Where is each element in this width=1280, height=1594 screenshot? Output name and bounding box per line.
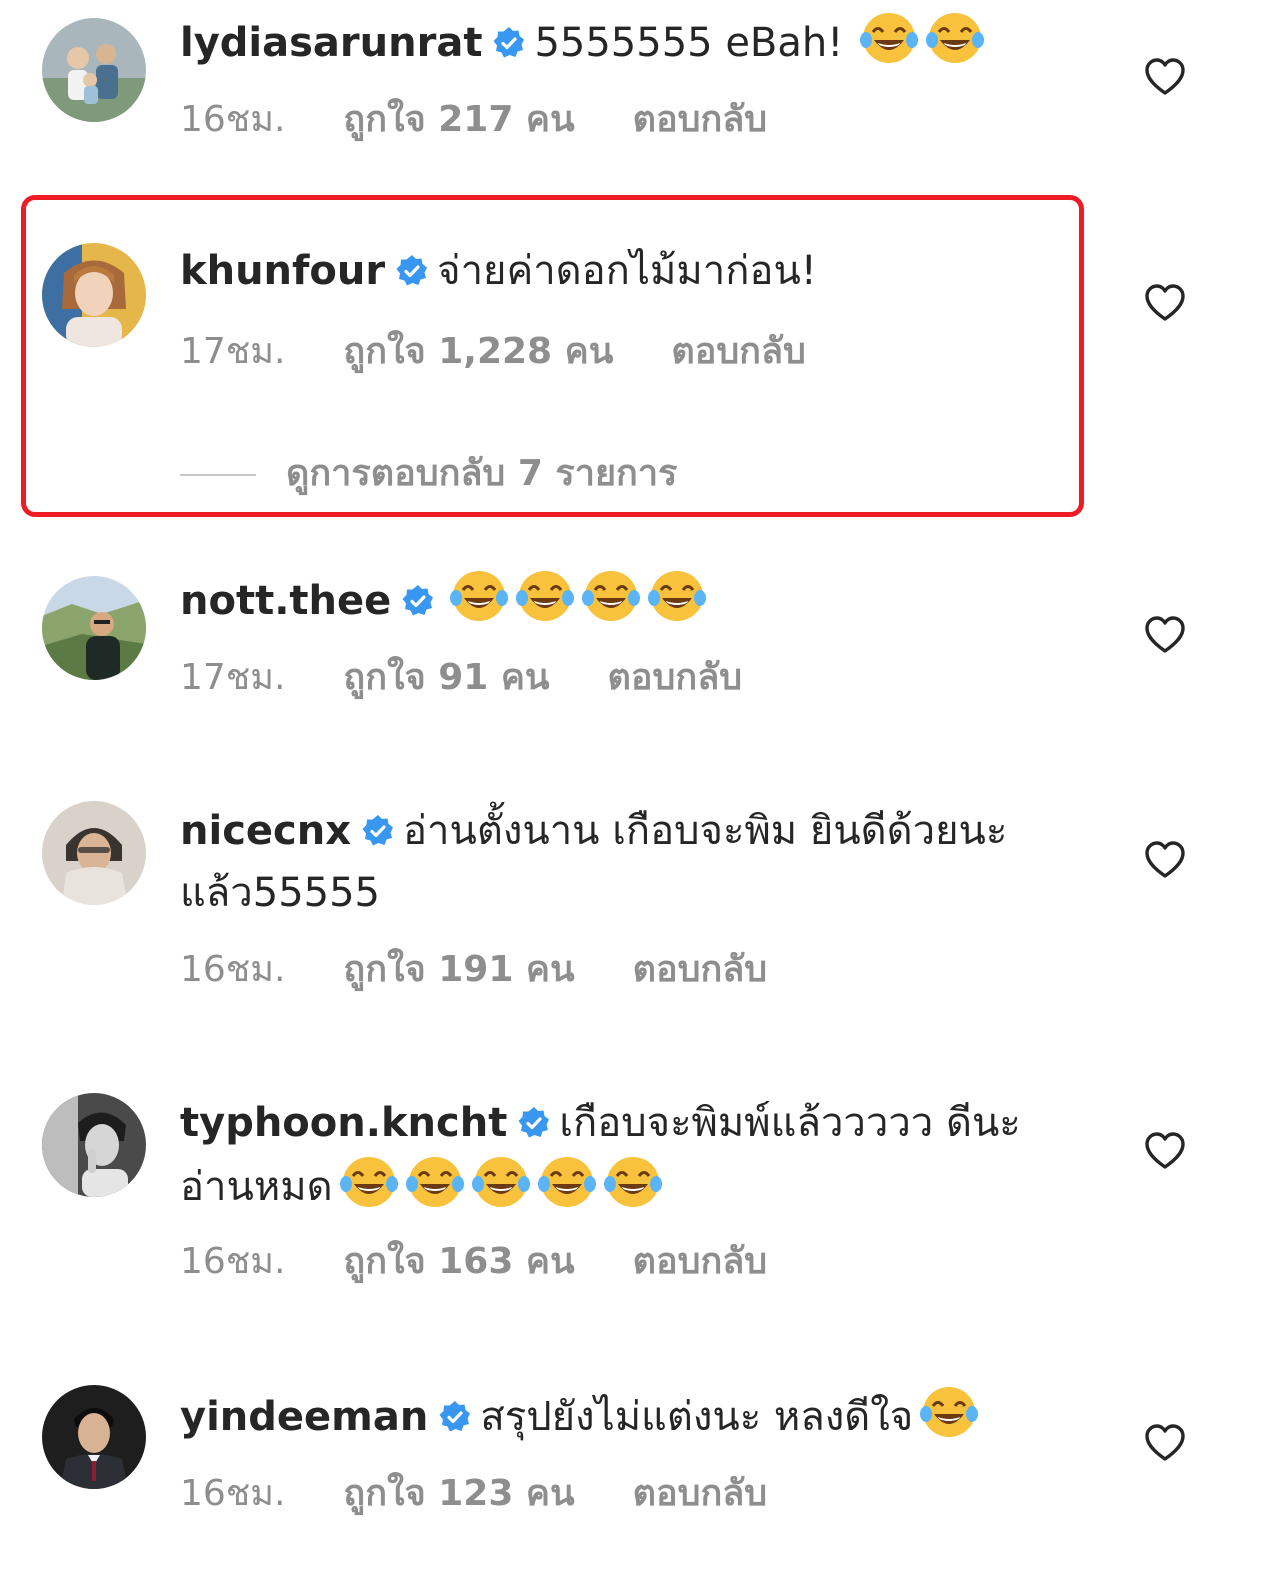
comment-meta: 16ชม. ถูกใจ 123 คน ตอบกลับ <box>180 1472 767 1516</box>
comment-text: nicecnx อ่านตั้งนาน เกือบจะพิม ยินดีด้วยน… <box>180 800 1060 924</box>
comment-username[interactable]: khunfour <box>180 248 385 294</box>
comment-timestamp: 16ชม. <box>180 1473 286 1514</box>
reply-button[interactable]: ตอบกลับ <box>608 656 743 700</box>
comment-text: nott.thee <box>180 568 1060 632</box>
avatar[interactable] <box>42 243 146 347</box>
avatar[interactable] <box>42 18 146 122</box>
face-with-tears-of-joy-icon <box>339 1154 399 1210</box>
comment-like-count[interactable]: ถูกใจ 191 คน <box>343 948 574 992</box>
comment-text: lydiasarunrat 5555555 eBah! <box>180 10 1060 74</box>
view-replies-divider <box>180 474 256 476</box>
comment-body: 5555555 eBah! <box>534 20 844 66</box>
comment-text: typhoon.kncht เกือบจะพิมพ์แล้ววววว ดีนะอ่… <box>180 1092 1060 1218</box>
comment-username[interactable]: lydiasarunrat <box>180 20 482 66</box>
comment-meta: 17ชม. ถูกใจ 91 คน ตอบกลับ <box>180 656 742 700</box>
avatar[interactable] <box>42 1093 146 1197</box>
comment-text: yindeeman สรุปยังไม่แต่งนะ หลงดีใจ <box>180 1384 1060 1448</box>
reply-button[interactable]: ตอบกลับ <box>671 330 806 374</box>
verified-badge-icon <box>361 814 395 848</box>
heart-outline-icon[interactable] <box>1144 840 1186 880</box>
comment-timestamp: 17ชม. <box>180 657 286 698</box>
face-with-tears-of-joy-icon <box>925 10 985 66</box>
avatar-image <box>42 243 146 347</box>
avatar-image <box>42 576 146 680</box>
comment-like-count[interactable]: ถูกใจ 1,228 คน <box>343 330 613 374</box>
face-with-tears-of-joy-icon <box>449 568 509 624</box>
comment-username[interactable]: nott.thee <box>180 578 391 624</box>
verified-badge-icon <box>401 584 435 618</box>
face-with-tears-of-joy-icon <box>405 1154 465 1210</box>
face-with-tears-of-joy-icon <box>603 1154 663 1210</box>
view-replies-label: ดูการตอบกลับ 7 รายการ <box>286 453 678 494</box>
heart-outline-icon[interactable] <box>1144 283 1186 323</box>
avatar[interactable] <box>42 801 146 905</box>
view-replies-button[interactable]: ดูการตอบกลับ 7 รายการ <box>180 452 677 496</box>
face-with-tears-of-joy-icon <box>859 10 919 66</box>
avatar-image <box>42 1385 146 1489</box>
comment-like-count[interactable]: ถูกใจ 217 คน <box>343 98 574 142</box>
heart-outline-icon[interactable] <box>1144 1131 1186 1171</box>
avatar[interactable] <box>42 1385 146 1489</box>
reply-button[interactable]: ตอบกลับ <box>633 1240 768 1284</box>
face-with-tears-of-joy-icon <box>537 1154 597 1210</box>
comment-timestamp: 16ชม. <box>180 1241 286 1282</box>
comment-body: จ่ายค่าดอกไม้มาก่อน! <box>437 248 817 294</box>
comment-meta: 16ชม. ถูกใจ 217 คน ตอบกลับ <box>180 98 767 142</box>
heart-outline-icon[interactable] <box>1144 1423 1186 1463</box>
comment-timestamp: 16ชม. <box>180 99 286 140</box>
avatar-image <box>42 801 146 905</box>
comment-like-count[interactable]: ถูกใจ 163 คน <box>343 1240 574 1284</box>
heart-outline-icon[interactable] <box>1144 57 1186 97</box>
comment-meta: 16ชม. ถูกใจ 191 คน ตอบกลับ <box>180 948 767 992</box>
reply-button[interactable]: ตอบกลับ <box>633 1472 768 1516</box>
reply-button[interactable]: ตอบกลับ <box>633 948 768 992</box>
avatar[interactable] <box>42 576 146 680</box>
verified-badge-icon <box>517 1106 551 1140</box>
comment-like-count[interactable]: ถูกใจ 91 คน <box>343 656 549 700</box>
comment-meta: 16ชม. ถูกใจ 163 คน ตอบกลับ <box>180 1240 767 1284</box>
face-with-tears-of-joy-icon <box>919 1384 979 1440</box>
comment-meta: 17ชม. ถูกใจ 1,228 คน ตอบกลับ <box>180 330 806 374</box>
avatar-image <box>42 18 146 122</box>
heart-outline-icon[interactable] <box>1144 615 1186 655</box>
face-with-tears-of-joy-icon <box>471 1154 531 1210</box>
comment-timestamp: 17ชม. <box>180 331 286 372</box>
verified-badge-icon <box>395 254 429 288</box>
comment-username[interactable]: yindeeman <box>180 1394 428 1440</box>
verified-badge-icon <box>492 26 526 60</box>
face-with-tears-of-joy-icon <box>581 568 641 624</box>
comment-like-count[interactable]: ถูกใจ 123 คน <box>343 1472 574 1516</box>
comment-username[interactable]: typhoon.kncht <box>180 1100 507 1146</box>
avatar-image <box>42 1093 146 1197</box>
verified-badge-icon <box>438 1400 472 1434</box>
comment-username[interactable]: nicecnx <box>180 808 351 854</box>
comment-body: สรุปยังไม่แต่งนะ หลงดีใจ <box>480 1394 914 1440</box>
face-with-tears-of-joy-icon <box>515 568 575 624</box>
comment-text: khunfour จ่ายค่าดอกไม้มาก่อน! <box>180 240 1060 302</box>
reply-button[interactable]: ตอบกลับ <box>633 98 768 142</box>
comment-timestamp: 16ชม. <box>180 949 286 990</box>
face-with-tears-of-joy-icon <box>647 568 707 624</box>
